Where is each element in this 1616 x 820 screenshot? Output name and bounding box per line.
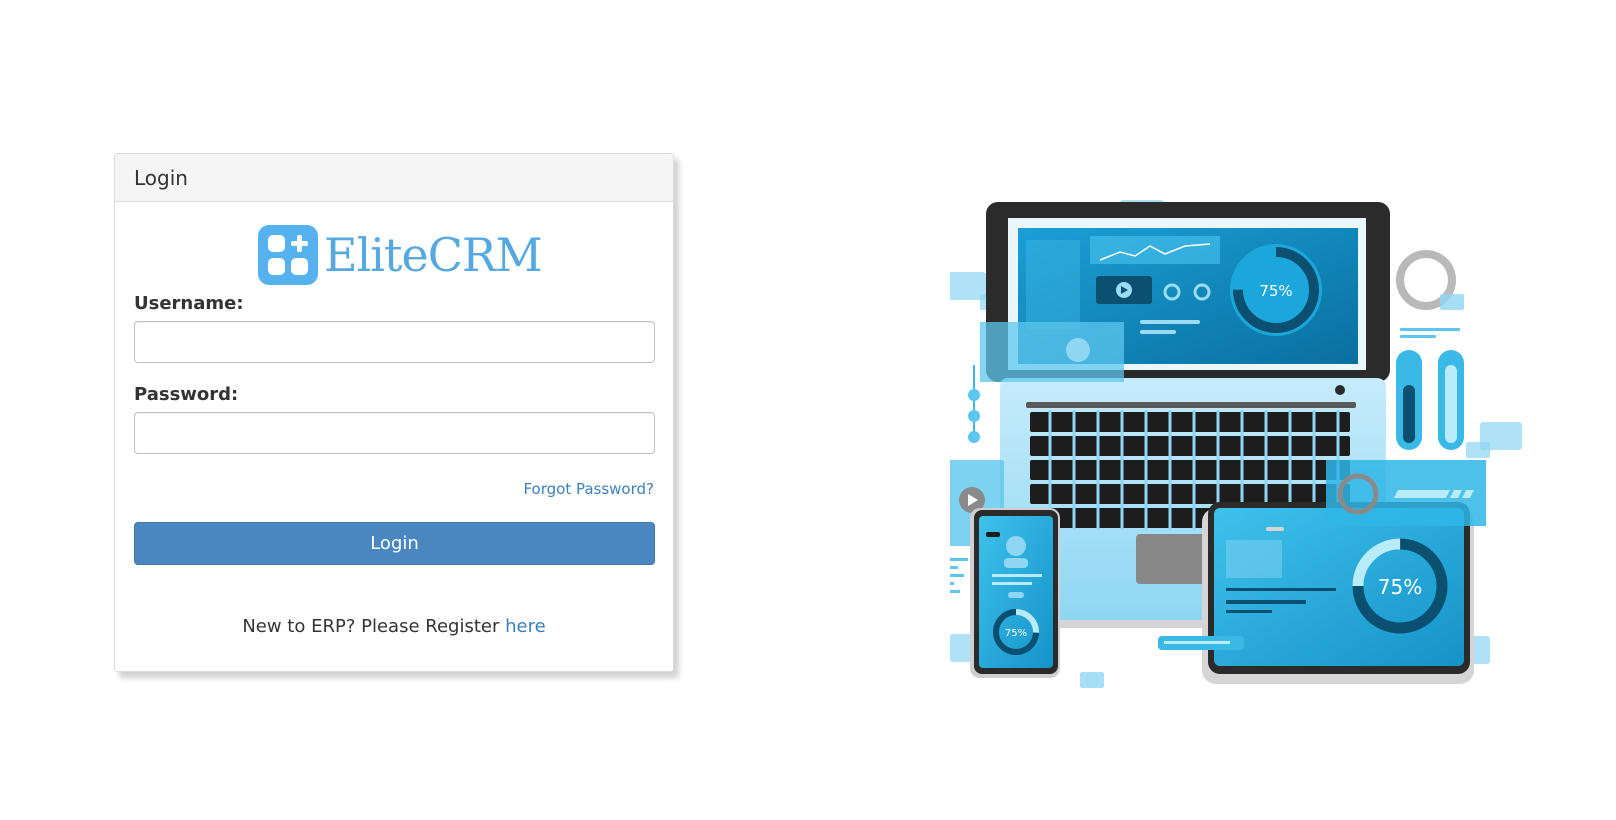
password-input[interactable] [134, 412, 655, 454]
laptop-percent: 75% [1259, 282, 1292, 300]
app-grid-icon [258, 225, 318, 285]
username-input[interactable] [134, 321, 655, 363]
register-link[interactable]: here [505, 616, 546, 637]
login-button[interactable]: Login [134, 522, 655, 565]
brand-name: EliteCRM [324, 228, 543, 282]
username-label: Username: [134, 293, 244, 314]
devices-illustration-svg: 75% 75% 75% [940, 200, 1522, 688]
card-header: Login [115, 154, 673, 202]
register-prompt: New to ERP? Please Register here [115, 616, 673, 637]
decor-square [1466, 442, 1490, 458]
forgot-password-link[interactable]: Forgot Password? [523, 480, 654, 498]
password-label: Password: [134, 384, 239, 405]
register-text: New to ERP? Please Register [242, 616, 500, 637]
decor-square [1080, 672, 1104, 688]
phone-percent: 75% [1005, 628, 1027, 639]
brand-logo: EliteCRM [258, 225, 543, 285]
devices-illustration: 75% 75% 75% [940, 190, 1590, 720]
login-card: Login EliteCRM Username: Password: Forgo… [114, 153, 674, 672]
user-icon [1006, 536, 1026, 556]
card-title: Login [134, 165, 188, 190]
card-body: EliteCRM Username: Password: Forgot Pass… [115, 202, 673, 672]
tablet-percent: 75% [1378, 575, 1422, 599]
